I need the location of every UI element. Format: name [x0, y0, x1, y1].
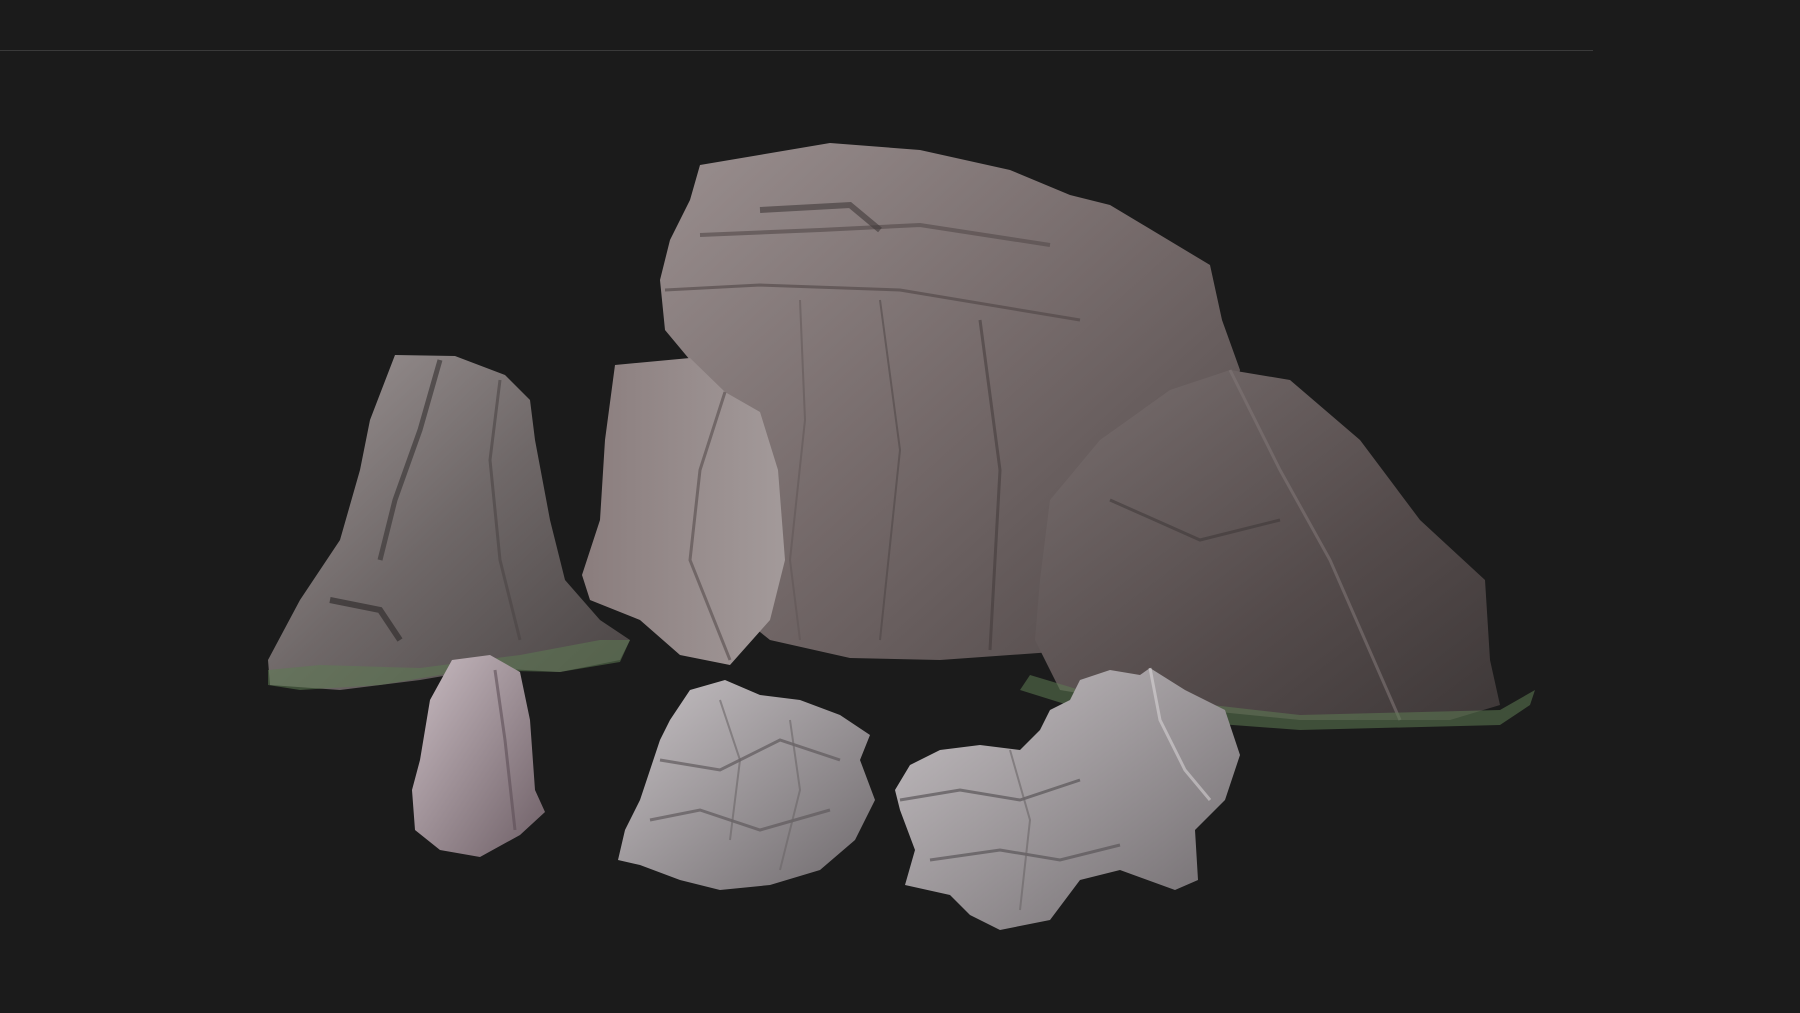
rubble-pile-center: [618, 680, 875, 890]
rubble-pile-right: [895, 667, 1240, 930]
render-viewport: [0, 0, 1800, 1013]
small-standing-stone: [412, 655, 545, 857]
tall-pillar-rock: [268, 355, 630, 690]
rock-asset-scene: [268, 143, 1535, 930]
